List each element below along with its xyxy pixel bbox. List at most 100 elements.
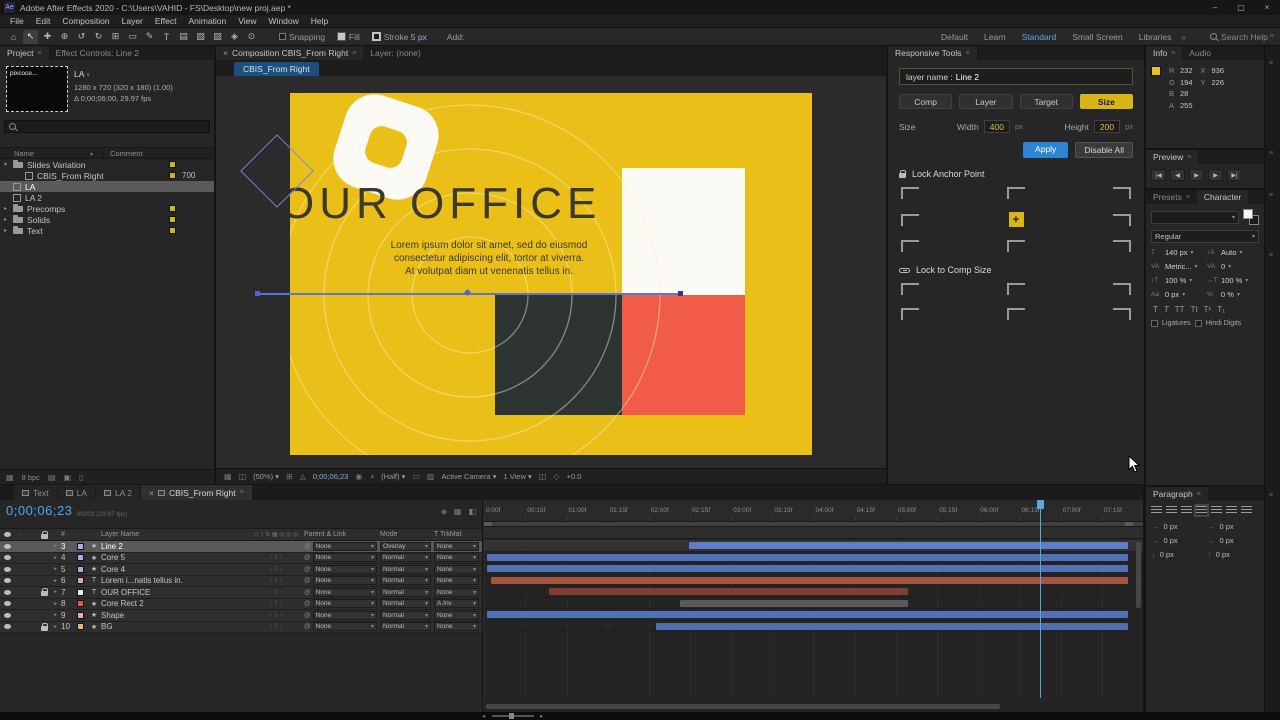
label-color-swatch[interactable] (169, 172, 176, 179)
graph-editor-icon[interactable]: ◧ (468, 507, 476, 516)
twirl-icon[interactable]: ▸ (4, 227, 13, 234)
text-style-button[interactable]: Tt (1191, 305, 1198, 314)
twirl-icon[interactable]: ▸ (50, 578, 61, 584)
orbit-camera-tool[interactable]: ↺ (74, 30, 89, 44)
last-frame-button[interactable]: ▶| (1227, 169, 1242, 181)
home-icon[interactable]: ⌂ (6, 30, 21, 44)
layer-switches[interactable]: ◦ ∖ ◦ (248, 612, 304, 619)
type-tool[interactable]: T (159, 30, 174, 44)
always-preview-icon[interactable]: ▦ (224, 472, 232, 481)
text-style-button[interactable]: TT (1175, 305, 1185, 314)
timeline-zoom-out-icon[interactable]: ◂ (482, 712, 485, 720)
new-composition-icon[interactable]: ▣ (63, 473, 71, 482)
pickwhip-icon[interactable]: @ (304, 543, 311, 550)
project-thumbnail[interactable]: pixcoce... (6, 66, 68, 112)
timeline-zoom-slider[interactable] (492, 715, 534, 717)
brush-tool[interactable]: ▤ (176, 30, 191, 44)
trkmat-select[interactable]: None▾ (434, 542, 479, 551)
project-item-cbis-from-right[interactable]: CBIS_From Right700 (0, 170, 214, 181)
trkmat-select[interactable]: None▾ (434, 622, 479, 631)
project-item-la[interactable]: LA (0, 181, 214, 192)
vertical-scale-field[interactable]: ↕T100 %▾ (1151, 276, 1203, 285)
hand-tool[interactable]: ✚ (40, 30, 55, 44)
visibility-toggle[interactable] (0, 555, 14, 560)
visibility-toggle[interactable] (0, 590, 14, 595)
timeline-track-bg[interactable] (484, 621, 1143, 633)
anchor-bracket[interactable] (901, 214, 919, 226)
parent-select[interactable]: None▾ (313, 576, 377, 585)
layer-color-swatch[interactable] (77, 543, 87, 550)
lock-toggle[interactable] (38, 588, 50, 596)
eraser-tool[interactable]: ▨ (210, 30, 225, 44)
twirl-icon[interactable]: ▸ (50, 589, 61, 595)
blend-mode-select[interactable]: Normal▾ (380, 565, 431, 574)
layer-duration-bar[interactable] (487, 554, 1128, 561)
viewer-tab-cbis-from-right[interactable]: CBIS_From Right (234, 62, 319, 76)
playhead-handle[interactable] (1037, 500, 1044, 509)
preview-time-display[interactable]: 0;00;06;23 (313, 472, 348, 481)
menu-item-file[interactable]: File (4, 16, 30, 26)
layer-name-field[interactable]: layer name : Line 2 (899, 68, 1133, 85)
layer-duration-bar[interactable] (549, 588, 909, 595)
tab-preview[interactable]: Preview ≡ (1146, 150, 1198, 164)
paragraph-indent-field[interactable]: ↓0 px (1152, 550, 1202, 559)
layer-duration-bar[interactable] (689, 542, 1128, 549)
trkmat-select[interactable]: None▾ (434, 576, 479, 585)
hindi-digits-checkbox[interactable] (1195, 320, 1202, 327)
tab-responsive-tools[interactable]: Responsive Tools ≡ (888, 46, 977, 60)
path-start-handle[interactable] (255, 291, 260, 296)
close-icon[interactable]: × (149, 488, 154, 498)
column-name[interactable]: Name (14, 149, 90, 158)
minimize-button[interactable]: – (1202, 0, 1228, 15)
workspace-default[interactable]: Default (941, 32, 968, 42)
menu-item-composition[interactable]: Composition (56, 16, 115, 26)
timeline-track-lorem-i-natis-tellus-in[interactable] (484, 575, 1143, 587)
anchor-bracket[interactable] (1113, 240, 1131, 252)
fill-swatch[interactable] (337, 32, 346, 41)
align-button[interactable] (1166, 506, 1177, 515)
visibility-toggle[interactable] (0, 544, 14, 549)
search-help-field[interactable]: Search Help (1221, 32, 1268, 42)
anchor-bracket[interactable] (901, 240, 919, 252)
blend-mode-select[interactable]: Overlay▾ (380, 542, 431, 551)
layer-color-swatch[interactable] (77, 577, 87, 584)
add-label[interactable]: Add: (447, 32, 465, 42)
channels-icon[interactable]: ◑ (369, 472, 374, 481)
twirl-icon[interactable]: ▸ (50, 555, 61, 561)
panel-menu-icon[interactable]: ≡ (1186, 194, 1190, 201)
layer-row-line-2[interactable]: ▸3★Line 2◦ ∖ ◦@None▾Overlay▾None▾ (0, 541, 482, 553)
layer-switches[interactable]: ◦ ∖ ◦ (248, 623, 304, 630)
pen-tool[interactable]: ✎ (142, 30, 157, 44)
stroke-swatch[interactable] (372, 32, 381, 41)
menu-item-edit[interactable]: Edit (30, 16, 57, 26)
maximize-button[interactable]: ▢ (1228, 0, 1254, 15)
menu-item-layer[interactable]: Layer (116, 16, 149, 26)
zoom-tool[interactable]: ⊕ (57, 30, 72, 44)
layer-color-swatch[interactable] (77, 566, 87, 573)
work-area-bar[interactable] (484, 522, 1143, 527)
trkmat-select[interactable]: None▾ (434, 565, 479, 574)
font-size-field[interactable]: T140 px▾ (1151, 248, 1203, 257)
project-item-precomps[interactable]: ▸Precomps (0, 203, 214, 214)
menu-item-animation[interactable]: Animation (182, 16, 232, 26)
pan-behind-tool[interactable]: ⊞ (108, 30, 123, 44)
horizontal-scale-field[interactable]: ↔T100 %▾ (1207, 276, 1259, 285)
kerning-field[interactable]: VAMetric...▾ (1151, 262, 1203, 271)
workspace-libraries[interactable]: Libraries (1139, 32, 1172, 42)
layer-row-our-office[interactable]: ▸7TOUR OFFICE◦ ∖ ◦@None▾Normal▾None▾ (0, 587, 482, 599)
align-button[interactable] (1241, 506, 1252, 515)
selection-tool[interactable]: ↖ (23, 30, 38, 44)
text-style-button[interactable]: T (1153, 305, 1158, 314)
anchor-bracket[interactable] (901, 308, 919, 320)
parent-select[interactable]: None▾ (313, 553, 377, 562)
timeline-track-core-4[interactable] (484, 563, 1143, 575)
blend-mode-select[interactable]: Normal▾ (380, 611, 431, 620)
layer-duration-bar[interactable] (491, 577, 1128, 584)
tsume-field[interactable]: %0 %▾ (1207, 290, 1259, 299)
project-search-input[interactable] (4, 120, 210, 133)
timeline-tab-text[interactable]: Text (14, 485, 57, 500)
column-layer-name[interactable]: Layer Name (101, 531, 248, 538)
close-icon[interactable]: × (223, 48, 228, 58)
panel-menu-icon[interactable]: ≡ (352, 50, 356, 57)
transparency-grid-icon[interactable]: ▨ (427, 472, 435, 481)
